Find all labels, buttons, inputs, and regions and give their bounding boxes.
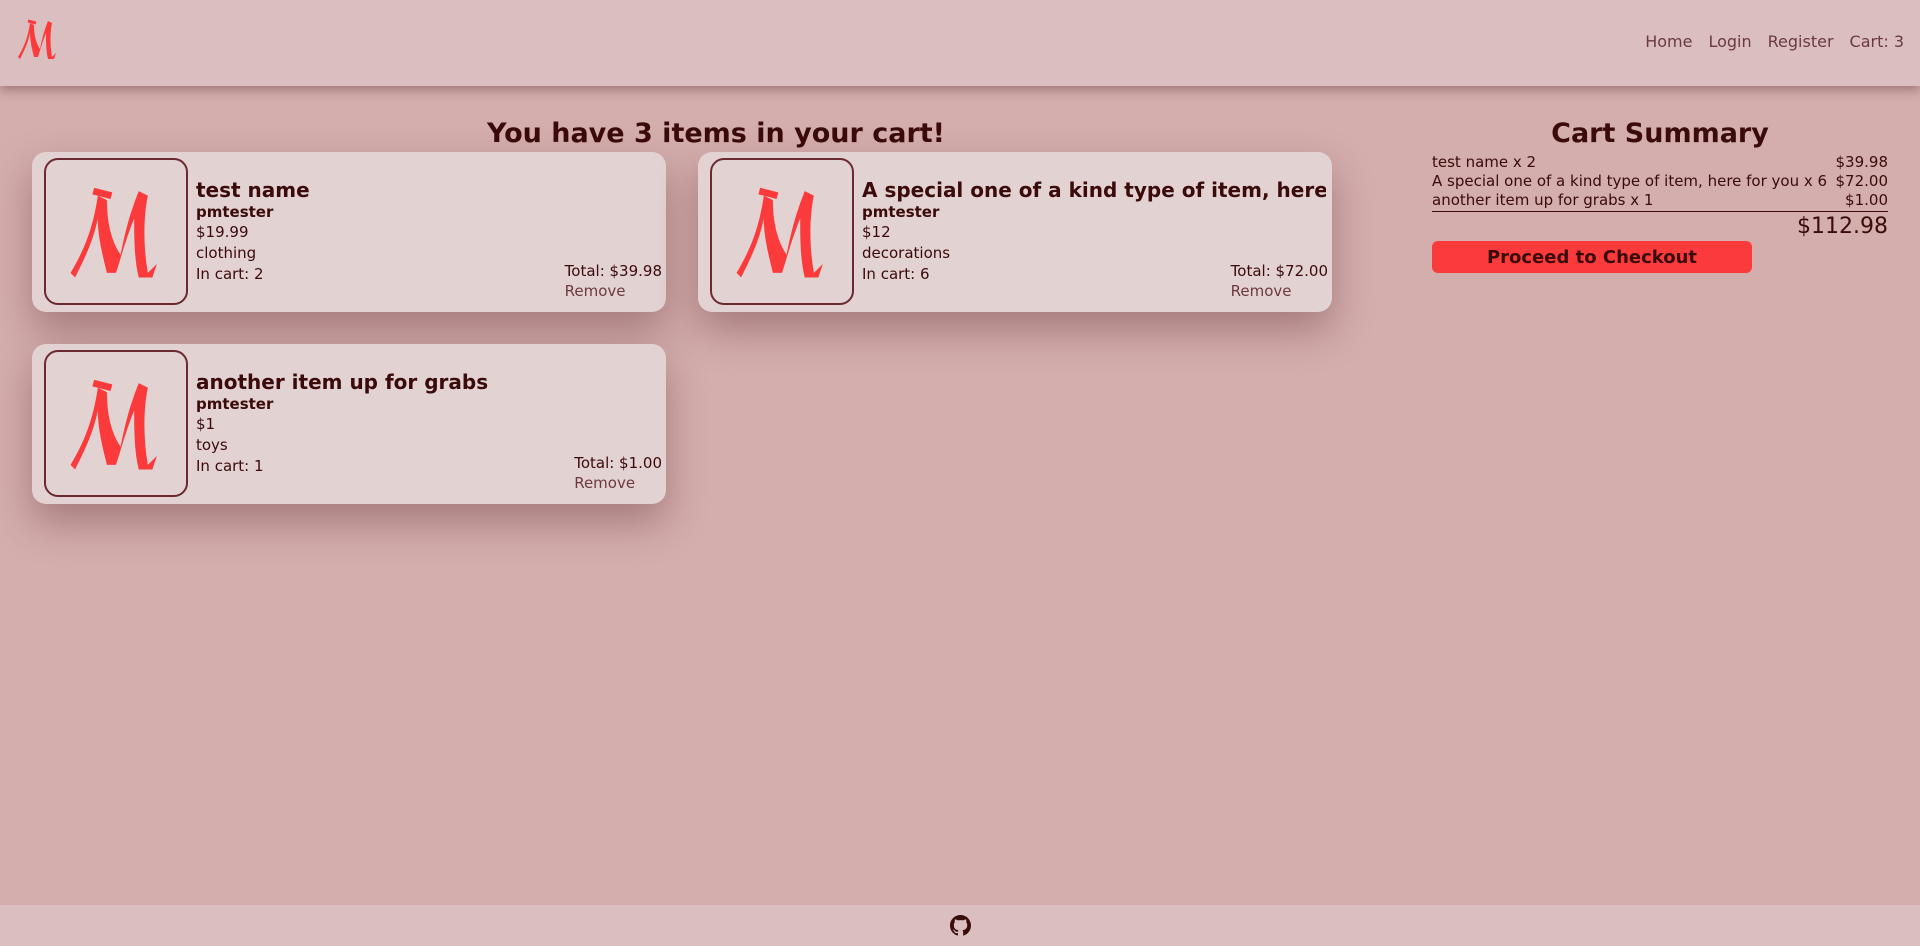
item-seller: pmtester [196,395,274,413]
item-image [710,158,854,305]
github-icon[interactable] [949,915,971,936]
navbar: Home Login Register Cart: 3 [0,0,1920,86]
item-price: $19.99 [196,223,249,241]
summary-total: $112.98 [1797,214,1888,239]
logo-m-icon [736,187,823,277]
remove-button[interactable]: Remove [574,474,662,492]
summary-row: another item up for grabs x 1 $1.00 [1432,191,1888,210]
item-total-block: Total: $39.98 Remove [565,262,662,300]
nav-home-link[interactable]: Home [1645,32,1692,51]
item-seller: pmtester [196,203,274,221]
footer [0,905,1920,946]
item-name: another item up for grabs [196,370,489,394]
remove-button[interactable]: Remove [1231,282,1328,300]
item-total: Total: $1.00 [574,454,662,472]
item-category: toys [196,436,228,454]
logo-m-icon [70,379,157,469]
summary-row-amount: $39.98 [1835,153,1889,171]
item-image [44,158,188,305]
item-name: test name [196,178,310,202]
checkout-button[interactable]: Proceed to Checkout [1432,241,1752,273]
summary-row: A special one of a kind type of item, he… [1432,172,1888,191]
item-total-block: Total: $1.00 Remove [574,454,662,492]
item-name: A special one of a kind type of item, he… [862,178,1326,202]
cart-item-card: test name pmtester $19.99 clothing In ca… [32,152,666,312]
item-category: decorations [862,244,951,262]
item-price: $12 [862,223,891,241]
summary-row-label: test name x 2 [1432,153,1537,171]
summary-row-label: another item up for grabs x 1 [1432,191,1654,209]
cart-summary: Cart Summary test name x 2 $39.98 A spec… [1432,118,1888,273]
item-total: Total: $72.00 [1230,262,1328,280]
nav-register-link[interactable]: Register [1768,32,1834,51]
summary-row-amount: $1.00 [1845,191,1888,209]
item-seller: pmtester [862,203,940,221]
summary-divider [1432,211,1888,212]
summary-row-label: A special one of a kind type of item, he… [1432,172,1828,190]
cart-item-card: A special one of a kind type of item, he… [698,152,1332,312]
item-category: clothing [196,244,257,262]
item-total: Total: $39.98 [564,262,662,280]
cart-heading: You have 3 items in your cart! [487,118,945,149]
cart-item-card: another item up for grabs pmtester $1 to… [32,344,666,504]
logo-m-icon[interactable] [14,17,62,61]
remove-button[interactable]: Remove [565,282,662,300]
summary-row: test name x 2 $39.98 [1432,153,1888,172]
item-total-block: Total: $72.00 Remove [1231,262,1328,300]
logo-m-icon [70,187,157,277]
nav-login-link[interactable]: Login [1708,32,1751,51]
summary-title: Cart Summary [1551,118,1769,149]
nav-cart-link[interactable]: Cart: 3 [1850,32,1904,51]
item-image [44,350,188,497]
summary-row-amount: $72.00 [1835,172,1889,190]
item-price: $1 [196,415,216,433]
